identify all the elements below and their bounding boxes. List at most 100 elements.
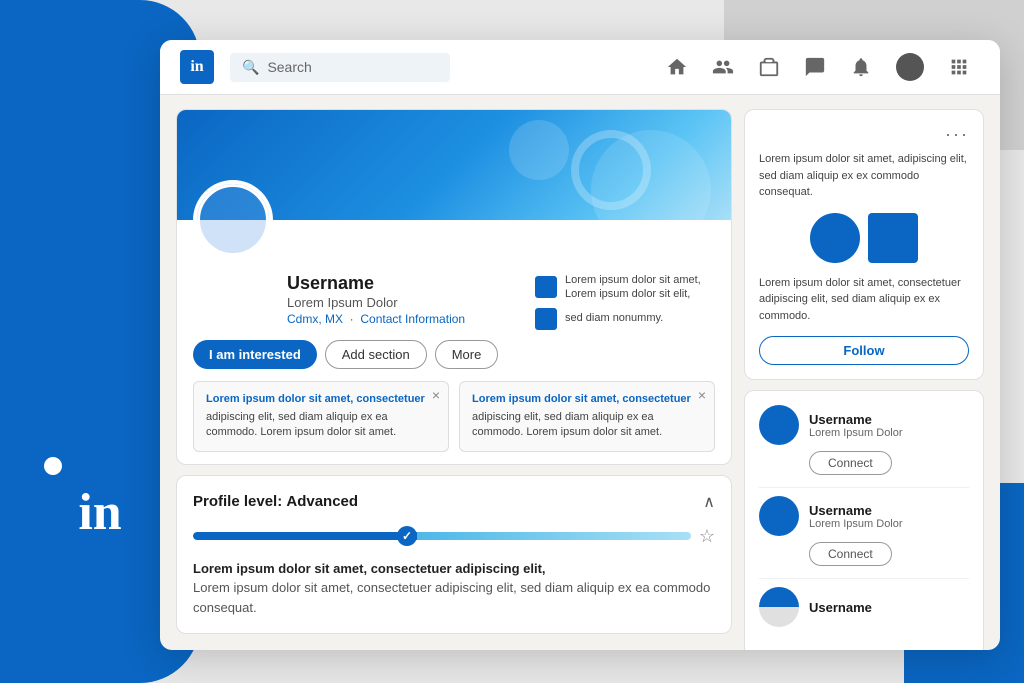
right-column: ··· Lorem ipsum dolor sit amet, adipisci… xyxy=(744,109,984,636)
people-icon xyxy=(712,56,734,78)
person-name-3: Username xyxy=(809,600,969,615)
person-item-3: Username xyxy=(759,587,969,633)
activity-card-2-close[interactable]: × xyxy=(698,388,706,402)
progress-track xyxy=(193,532,691,540)
progress-bar: ✓ xyxy=(193,532,691,540)
profile-info-row: Username Lorem Ipsum Dolor Cdmx, MX · Co… xyxy=(177,265,731,340)
mini-card-text-2: sed diam nonummy. xyxy=(565,311,663,325)
person-info-3: Username xyxy=(809,600,969,615)
person-info-2: Username Lorem Ipsum Dolor xyxy=(809,503,969,530)
activity-card-1-title: Lorem ipsum dolor sit amet, consectetuer xyxy=(206,392,436,407)
chat-icon xyxy=(804,56,826,78)
profile-text: Username Lorem Ipsum Dolor Cdmx, MX · Co… xyxy=(287,273,515,326)
nav-jobs-button[interactable] xyxy=(748,52,790,82)
nav-logo-text: in xyxy=(190,58,203,76)
person-row-2: Username Lorem Ipsum Dolor xyxy=(759,496,969,536)
more-button[interactable]: More xyxy=(435,340,499,369)
activity-card-1-body: adipiscing elit, sed diam aliquip ex ea … xyxy=(206,410,436,441)
add-section-button[interactable]: Add section xyxy=(325,340,427,369)
activity-cards-row: × Lorem ipsum dolor sit amet, consectetu… xyxy=(177,381,731,464)
follow-button[interactable]: Follow xyxy=(759,336,969,365)
logo-text: in xyxy=(78,487,121,539)
profile-actions: I am interested Add section More xyxy=(177,340,731,381)
home-icon xyxy=(666,56,688,78)
sponsored-images xyxy=(759,213,969,263)
location-text: Cdmx, MX xyxy=(287,312,343,326)
profile-level-desc-text: Lorem ipsum dolor sit amet, consectetuer… xyxy=(193,580,710,615)
person-avatar-2 xyxy=(759,496,799,536)
profile-level-title: Profile level: Advanced xyxy=(193,493,358,510)
grid-icon xyxy=(948,56,970,78)
person-avatar-3 xyxy=(759,587,799,627)
people-card: Username Lorem Ipsum Dolor Connect Usern… xyxy=(744,390,984,650)
person-row-3: Username xyxy=(759,587,969,627)
nav-icons xyxy=(656,49,980,85)
search-bar[interactable]: 🔍 Search xyxy=(230,53,450,82)
mini-card-box-1 xyxy=(535,276,557,298)
person-avatar-1 xyxy=(759,405,799,445)
briefcase-icon xyxy=(758,56,780,78)
profile-level-header: Profile level: Advanced ∧ xyxy=(193,492,715,512)
navbar: in 🔍 Search xyxy=(160,40,1000,95)
connect-button-1[interactable]: Connect xyxy=(809,451,892,475)
avatar-wrapper xyxy=(177,220,731,265)
person-name-1: Username xyxy=(809,412,969,427)
profile-level-card: Profile level: Advanced ∧ ✓ ☆ xyxy=(176,475,732,635)
person-row-1: Username Lorem Ipsum Dolor xyxy=(759,405,969,445)
nav-notifications-button[interactable] xyxy=(840,52,882,82)
activity-card-1-close[interactable]: × xyxy=(432,388,440,402)
dots-menu-icon[interactable]: ··· xyxy=(945,124,969,145)
interested-button[interactable]: I am interested xyxy=(193,340,317,369)
nav-apps-button[interactable] xyxy=(938,52,980,82)
divider-1 xyxy=(759,487,969,488)
browser-window: in 🔍 Search xyxy=(160,40,1000,650)
sponsored-avatar xyxy=(810,213,860,263)
progress-check-icon: ✓ xyxy=(397,526,417,546)
profile-location: Cdmx, MX · Contact Information xyxy=(287,312,515,326)
person-title-2: Lorem Ipsum Dolor xyxy=(809,518,969,530)
profile-avatar xyxy=(193,180,273,260)
person-info-1: Username Lorem Ipsum Dolor xyxy=(809,412,969,439)
main-content: Username Lorem Ipsum Dolor Cdmx, MX · Co… xyxy=(160,95,1000,650)
person-title-1: Lorem Ipsum Dolor xyxy=(809,427,969,439)
sponsored-text: Lorem ipsum dolor sit amet, adipiscing e… xyxy=(759,151,969,201)
activity-card-2-title: Lorem ipsum dolor sit amet, consectetuer xyxy=(472,392,702,407)
chevron-up-icon[interactable]: ∧ xyxy=(703,492,715,512)
activity-card-1: × Lorem ipsum dolor sit amet, consectetu… xyxy=(193,381,449,452)
nav-user-avatar xyxy=(896,53,924,81)
activity-card-2: × Lorem ipsum dolor sit amet, consectetu… xyxy=(459,381,715,452)
profile-side-info: Lorem ipsum dolor sit amet, Lorem ipsum … xyxy=(535,273,715,330)
mini-card-box-2 xyxy=(535,308,557,330)
sponsored-desc: Lorem ipsum dolor sit amet, consectetuer… xyxy=(759,275,969,325)
nav-messaging-button[interactable] xyxy=(794,52,836,82)
connect-button-2[interactable]: Connect xyxy=(809,542,892,566)
contact-link[interactable]: Contact Information xyxy=(360,312,465,326)
progress-remaining xyxy=(417,532,691,540)
progress-filled xyxy=(193,532,417,540)
brand-logo-large: in xyxy=(30,443,170,583)
nav-network-button[interactable] xyxy=(702,52,744,82)
mini-card-1: Lorem ipsum dolor sit amet, Lorem ipsum … xyxy=(535,273,715,302)
search-icon: 🔍 xyxy=(242,59,259,76)
profile-card: Username Lorem Ipsum Dolor Cdmx, MX · Co… xyxy=(176,109,732,465)
divider-2 xyxy=(759,578,969,579)
activity-card-2-body: adipiscing elit, sed diam aliquip ex ea … xyxy=(472,410,702,441)
sponsored-card: ··· Lorem ipsum dolor sit amet, adipisci… xyxy=(744,109,984,380)
search-input[interactable]: Search xyxy=(267,59,311,75)
profile-level-desc-bold: Lorem ipsum dolor sit amet, consectetuer… xyxy=(193,561,546,576)
star-icon[interactable]: ☆ xyxy=(699,526,715,547)
mini-card-text-1: Lorem ipsum dolor sit amet, Lorem ipsum … xyxy=(565,273,701,302)
progress-bar-wrapper: ✓ ☆ xyxy=(193,526,715,547)
banner-circle-3 xyxy=(509,120,569,180)
nav-avatar-button[interactable] xyxy=(886,49,934,85)
sponsored-square xyxy=(868,213,918,263)
sponsored-header: ··· xyxy=(759,124,969,145)
nav-logo[interactable]: in xyxy=(180,50,214,84)
bell-icon xyxy=(850,56,872,78)
nav-home-button[interactable] xyxy=(656,52,698,82)
profile-title: Lorem Ipsum Dolor xyxy=(287,295,515,310)
profile-level-desc: Lorem ipsum dolor sit amet, consectetuer… xyxy=(193,559,715,618)
profile-avatar-circle xyxy=(197,184,269,256)
person-item-1: Username Lorem Ipsum Dolor Connect xyxy=(759,405,969,475)
profile-name: Username xyxy=(287,273,515,294)
